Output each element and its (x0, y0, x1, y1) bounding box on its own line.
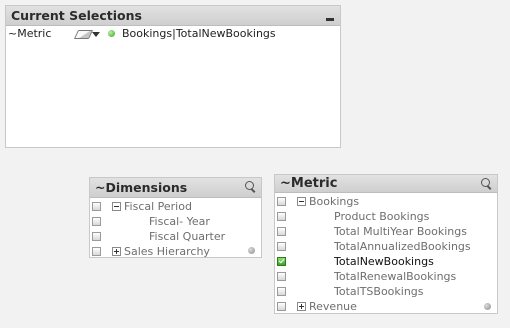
collapse-icon[interactable] (297, 197, 306, 206)
list-item[interactable]: Fiscal- Year (90, 214, 261, 229)
list-item-label: Sales Hierarchy (124, 245, 210, 258)
list-item[interactable]: Revenue (275, 299, 497, 314)
checkbox-icon[interactable] (277, 227, 286, 236)
list-item-label: Fiscal- Year (149, 215, 210, 228)
list-item-label: Fiscal Period (124, 200, 192, 213)
checkbox-icon[interactable] (92, 232, 101, 241)
dimensions-list: Fiscal Period Fiscal- Year Fiscal Quarte… (90, 198, 261, 259)
dimensions-caption[interactable]: ~Dimensions (90, 178, 261, 198)
list-item-label: TotalRenewalBookings (334, 270, 457, 283)
checkbox-icon[interactable] (92, 247, 101, 256)
expand-icon[interactable] (112, 247, 121, 256)
dimensions-listbox: ~Dimensions Fiscal Period Fiscal- Year F… (89, 177, 262, 258)
list-item-label: TotalAnnualizedBookings (334, 240, 471, 253)
current-selections-box: Current Selections ~Metric Bookings|Tota… (5, 5, 341, 148)
list-item[interactable]: Fiscal Period (90, 199, 261, 214)
scroll-dot-icon (484, 303, 491, 310)
selection-dot-icon (108, 30, 115, 37)
list-item-label: Product Bookings (334, 210, 430, 223)
search-icon[interactable] (481, 178, 490, 187)
checkbox-icon[interactable] (92, 217, 101, 226)
checkbox-icon[interactable] (277, 272, 286, 281)
list-item[interactable]: Bookings (275, 194, 497, 209)
checked-checkbox-icon[interactable] (277, 257, 286, 266)
search-icon[interactable] (245, 181, 254, 190)
metric-caption[interactable]: ~Metric (275, 175, 497, 193)
selection-row[interactable]: ~Metric Bookings|TotalNewBookings (6, 26, 340, 42)
dimensions-title: ~Dimensions (95, 180, 188, 195)
scroll-dot-icon (248, 247, 255, 254)
list-item[interactable]: Total MultiYear Bookings (275, 224, 497, 239)
selection-value: Bookings|TotalNewBookings (122, 27, 276, 40)
current-selections-title: Current Selections (11, 8, 142, 23)
metric-title: ~Metric (280, 176, 338, 191)
metric-listbox: ~Metric Bookings Product Bookings Total … (274, 174, 498, 314)
list-item-label: TotalNewBookings (334, 255, 434, 268)
checkbox-icon[interactable] (277, 302, 286, 311)
collapse-icon[interactable] (112, 202, 121, 211)
checkbox-icon[interactable] (92, 202, 101, 211)
list-item-label: Revenue (309, 300, 357, 313)
list-item-label: Fiscal Quarter (149, 230, 226, 243)
checkbox-icon[interactable] (277, 197, 286, 206)
selection-field-name: ~Metric (8, 27, 52, 40)
eraser-icon[interactable] (73, 30, 94, 39)
metric-list: Bookings Product Bookings Total MultiYea… (275, 193, 497, 314)
checkbox-icon[interactable] (277, 212, 286, 221)
list-item[interactable]: TotalAnnualizedBookings (275, 239, 497, 254)
list-item-selected[interactable]: TotalNewBookings (275, 254, 497, 269)
expand-icon[interactable] (297, 302, 306, 311)
list-item[interactable]: Fiscal Quarter (90, 229, 261, 244)
list-item[interactable]: Product Bookings (275, 209, 497, 224)
list-item-label: TotalTSBookings (334, 285, 424, 298)
list-item-label: Bookings (309, 195, 360, 208)
list-item-label: Total MultiYear Bookings (334, 225, 467, 238)
list-item[interactable]: Sales Hierarchy (90, 244, 261, 259)
dropdown-arrow-icon[interactable] (92, 32, 100, 37)
current-selections-caption[interactable]: Current Selections (6, 6, 340, 26)
list-item[interactable]: TotalRenewalBookings (275, 269, 497, 284)
minimize-icon[interactable] (326, 18, 334, 21)
list-item[interactable]: TotalTSBookings (275, 284, 497, 299)
checkbox-icon[interactable] (277, 287, 286, 296)
checkbox-icon[interactable] (277, 242, 286, 251)
